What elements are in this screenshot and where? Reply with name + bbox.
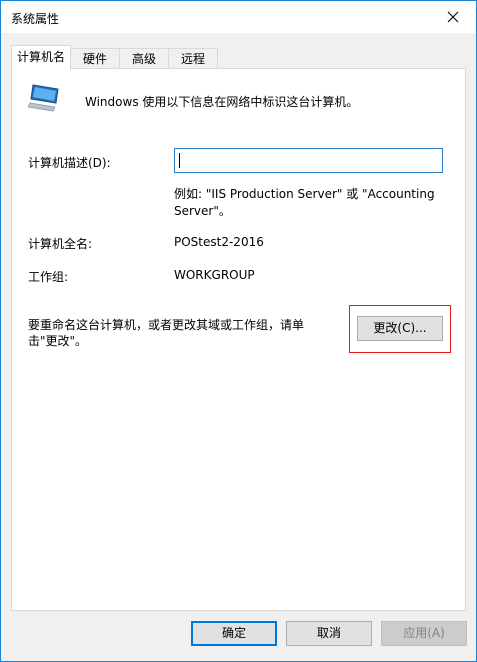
workgroup-label: 工作组:	[28, 270, 69, 284]
close-button[interactable]	[430, 1, 476, 33]
change-button[interactable]: 更改(C)...	[357, 316, 443, 341]
description-example: 例如: "IIS Production Server" 或 "Accountin…	[174, 187, 435, 218]
system-properties-dialog: 系统属性 计算机名 硬件 高级 远程 Windows 使用以下信息在网络中标识这…	[0, 0, 477, 662]
tab-advanced[interactable]: 高级	[119, 48, 169, 69]
intro-text: Windows 使用以下信息在网络中标识这台计算机。	[85, 95, 359, 109]
tab-remote[interactable]: 远程	[168, 48, 218, 69]
ok-button[interactable]: 确定	[191, 621, 277, 646]
workgroup-value: WORKGROUP	[174, 268, 255, 282]
rename-instructions: 要重命名这台计算机，或者更改其域或工作组，请单击"更改"。	[28, 318, 305, 348]
cancel-button[interactable]: 取消	[286, 621, 372, 646]
full-name-label: 计算机全名:	[28, 237, 93, 251]
window-title: 系统属性	[11, 12, 60, 26]
description-label: 计算机描述(D):	[28, 156, 111, 170]
tab-computer-name[interactable]: 计算机名	[11, 45, 71, 70]
full-name-value: POStest2-2016	[174, 235, 264, 249]
computer-icon	[28, 84, 59, 112]
text-caret	[179, 153, 180, 168]
tab-hardware[interactable]: 硬件	[70, 48, 120, 69]
computer-description-input[interactable]	[174, 148, 443, 173]
apply-button[interactable]: 应用(A)	[381, 621, 467, 646]
tab-panel-computer-name: Windows 使用以下信息在网络中标识这台计算机。 计算机描述(D): 例如:…	[11, 68, 466, 611]
title-bar[interactable]: 系统属性	[1, 1, 476, 33]
close-icon	[447, 11, 459, 23]
